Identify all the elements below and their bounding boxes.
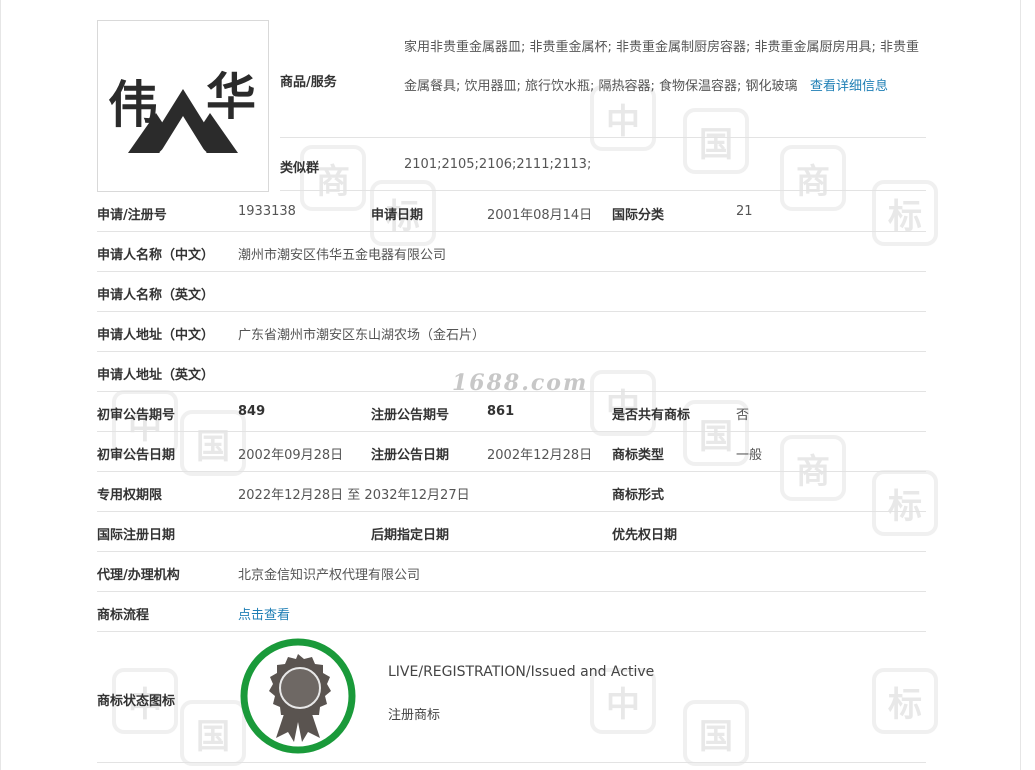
watermark-tile: 标 <box>872 668 938 734</box>
shared-value: 否 <box>736 408 750 423</box>
divider <box>280 190 926 191</box>
frame-left-border <box>0 0 1 770</box>
divider <box>97 631 926 632</box>
divider <box>97 471 926 472</box>
divider <box>97 391 926 392</box>
reg-notice-no-value: 861 <box>487 404 515 419</box>
process-view-link[interactable]: 点击查看 <box>238 604 290 623</box>
watermark-tile: 商 <box>780 435 846 501</box>
reg-notice-date-value: 2002年12月28日 <box>487 448 593 463</box>
divider <box>97 511 926 512</box>
agency-label: 代理/办理机构 <box>97 568 180 583</box>
exclusive-label: 专用权期限 <box>97 488 163 503</box>
reg-notice-no-label: 注册公告期号 <box>371 408 450 423</box>
later-designation-label: 后期指定日期 <box>371 528 450 543</box>
status-icon-label: 商标状态图标 <box>97 694 176 709</box>
applicant-en-label: 申请人名称（英文） <box>97 288 215 303</box>
watermark-tile: 标 <box>872 470 938 536</box>
prelim-no-value: 849 <box>238 404 266 419</box>
shared-label: 是否共有商标 <box>612 408 691 423</box>
watermark-tile: 国 <box>180 410 246 476</box>
goods-label: 商品/服务 <box>280 75 337 90</box>
intl-class-label: 国际分类 <box>612 208 665 223</box>
registered-badge-icon <box>238 636 358 756</box>
intl-class-value: 21 <box>736 204 753 219</box>
watermark-site-text: 1688.com <box>452 370 589 396</box>
frame-right-border <box>1020 0 1021 770</box>
divider <box>97 591 926 592</box>
priority-date-label: 优先权日期 <box>612 528 678 543</box>
mark-type-value: 一般 <box>736 448 763 463</box>
status-cn-text: 注册商标 <box>388 708 441 723</box>
prelim-no-label: 初审公告期号 <box>97 408 176 423</box>
reg-no-label: 申请/注册号 <box>97 208 167 223</box>
divider <box>97 551 926 552</box>
watermark-tile: 商 <box>780 145 846 211</box>
apply-date-label: 申请日期 <box>371 208 424 223</box>
watermark-tile: 国 <box>683 108 749 174</box>
trademark-logo: 伟 华 <box>97 20 269 192</box>
intl-reg-date-label: 国际注册日期 <box>97 528 176 543</box>
address-cn-label: 申请人地址（中文） <box>97 328 215 343</box>
divider <box>97 311 926 312</box>
watermark-tile: 国 <box>180 700 246 766</box>
process-label: 商标流程 <box>97 608 150 623</box>
applicant-cn-value: 潮州市潮安区伟华五金电器有限公司 <box>238 248 447 263</box>
divider <box>97 351 926 352</box>
prelim-date-value: 2002年09月28日 <box>238 448 344 463</box>
divider <box>280 137 926 138</box>
prelim-date-label: 初审公告日期 <box>97 448 176 463</box>
similar-group-label: 类似群 <box>280 161 320 176</box>
logo-mountain-icon <box>128 89 238 154</box>
apply-date-value: 2001年08月14日 <box>487 208 593 223</box>
reg-notice-date-label: 注册公告日期 <box>371 448 450 463</box>
watermark-tile: 商 <box>300 145 366 211</box>
mark-form-label: 商标形式 <box>612 488 665 503</box>
reg-no-value: 1933138 <box>238 204 296 219</box>
exclusive-value: 2022年12月28日 至 2032年12月27日 <box>238 488 470 503</box>
address-en-label: 申请人地址（英文） <box>97 368 215 383</box>
divider <box>97 231 926 232</box>
watermark-tile: 国 <box>683 700 749 766</box>
similar-group-value: 2101;2105;2106;2111;2113; <box>404 157 592 172</box>
address-cn-value: 广东省潮州市潮安区东山湖农场（金石片） <box>238 328 486 343</box>
watermark-tile: 中 <box>590 370 656 436</box>
divider <box>97 431 926 432</box>
view-details-link[interactable]: 查看详细信息 <box>810 79 888 94</box>
status-en-text: LIVE/REGISTRATION/Issued and Active <box>388 664 655 680</box>
agency-value: 北京金信知识产权代理有限公司 <box>238 568 421 583</box>
divider <box>97 762 926 763</box>
divider <box>97 271 926 272</box>
goods-list: 家用非贵重金属器皿; 非贵重金属杯; 非贵重金属制厨房容器; 非贵重金属厨房用具… <box>404 28 928 106</box>
mark-type-label: 商标类型 <box>612 448 665 463</box>
applicant-cn-label: 申请人名称（中文） <box>97 248 215 263</box>
